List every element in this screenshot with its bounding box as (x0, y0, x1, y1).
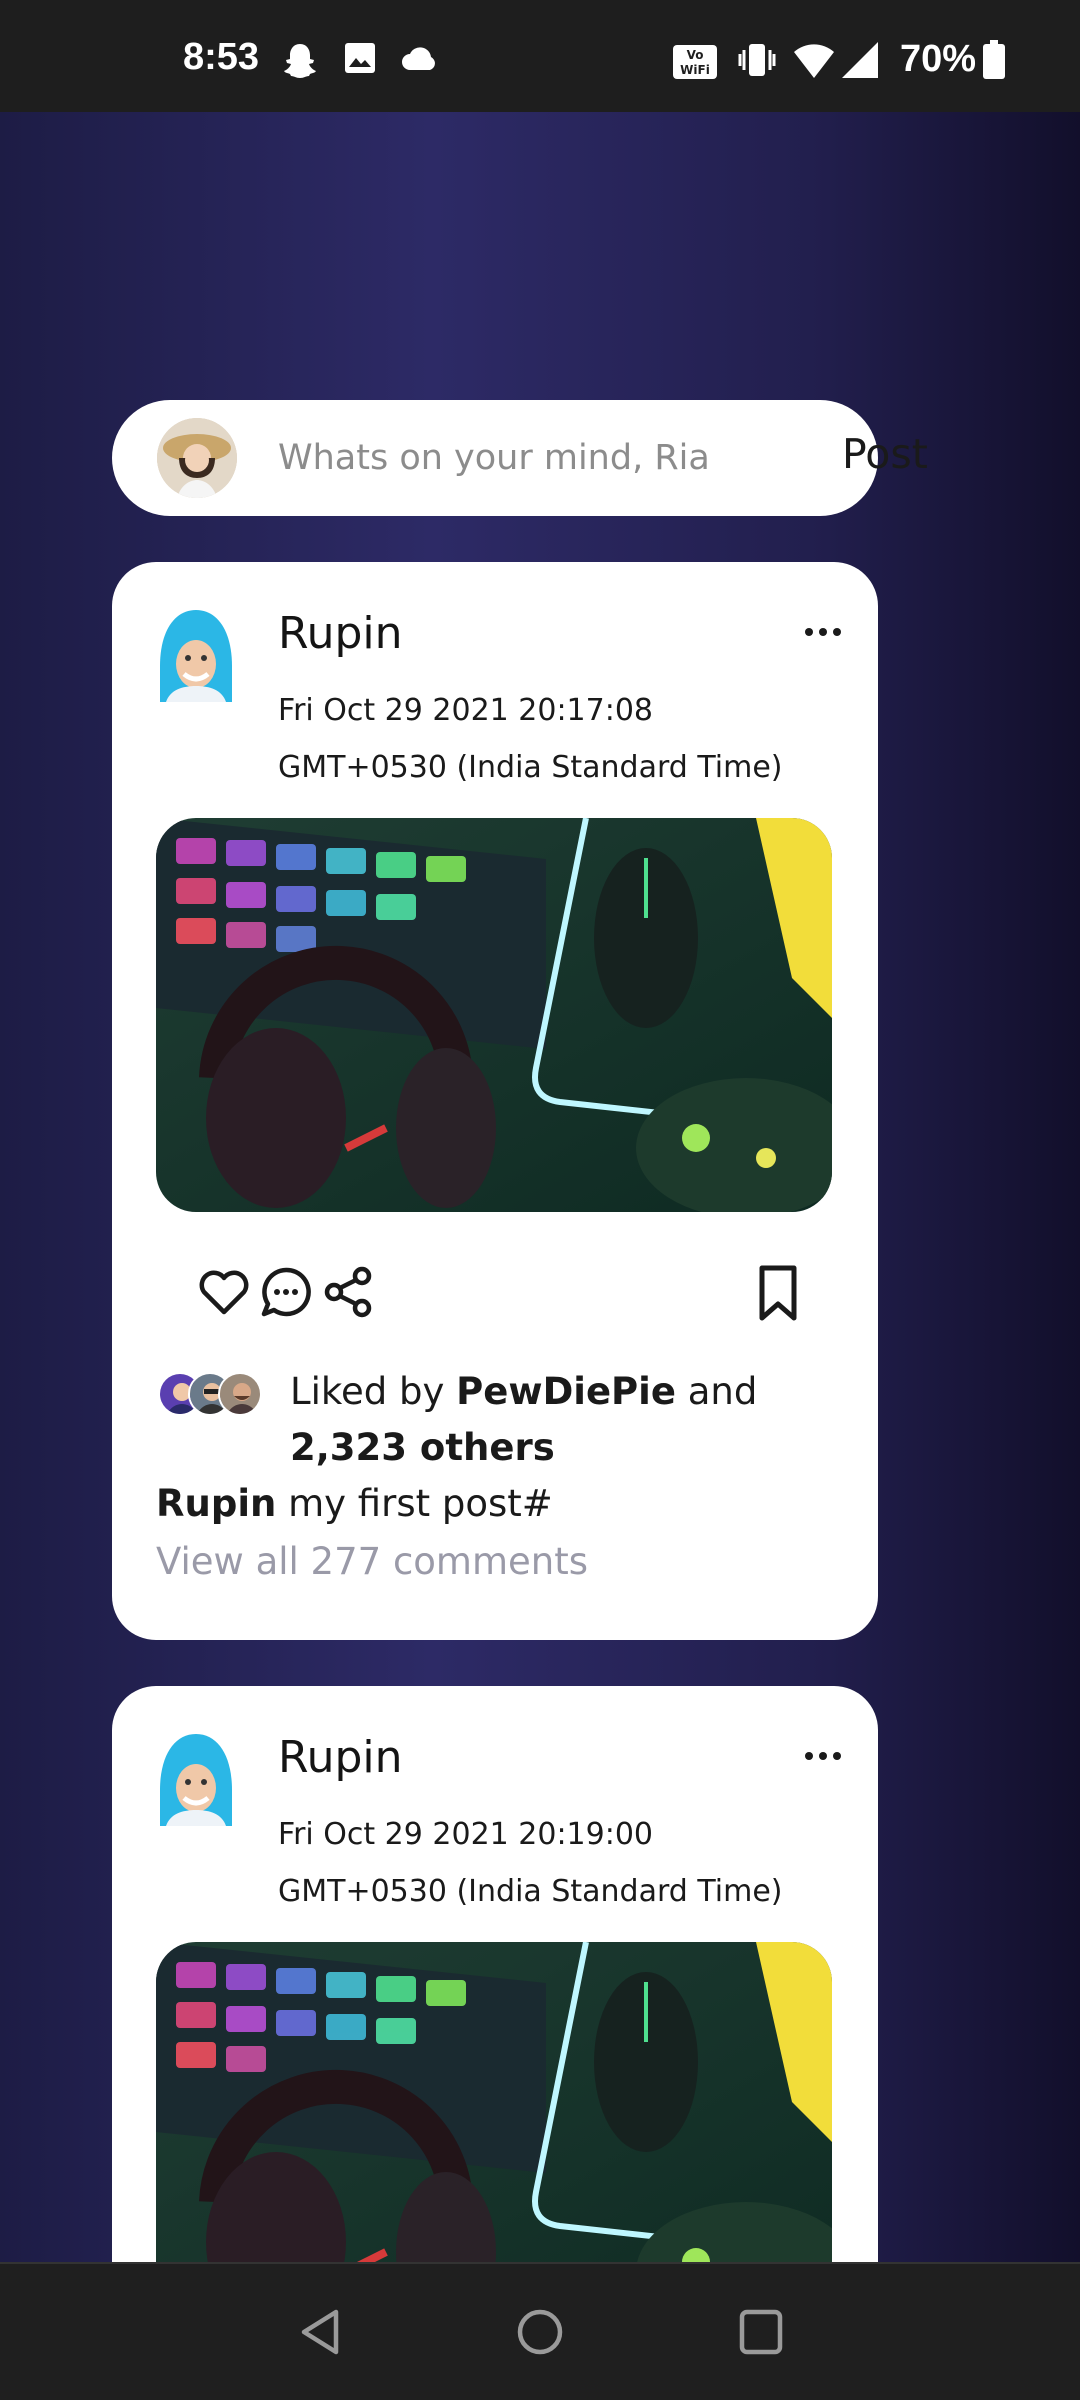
battery-icon (983, 40, 1005, 79)
home-icon[interactable] (514, 2306, 566, 2358)
cloud-icon (402, 47, 435, 70)
vibrate-icon (738, 44, 776, 76)
author-avatar[interactable] (156, 1730, 236, 1826)
comment-icon[interactable] (258, 1264, 314, 1320)
status-time: 8:53 (183, 36, 260, 78)
signal-icon (842, 42, 878, 78)
view-comments-link[interactable]: View all 277 comments (156, 1540, 588, 1583)
bookmark-icon[interactable] (754, 1264, 802, 1324)
author-name[interactable]: Rupin (278, 1732, 403, 1783)
post-timestamp: Fri Oct 29 2021 20:17:08 GMT+0530 (India… (278, 693, 783, 785)
svg-text:Vo: Vo (687, 48, 704, 62)
share-icon[interactable] (320, 1264, 376, 1320)
more-options-icon[interactable] (798, 1746, 848, 1766)
post-button[interactable]: Post (842, 430, 928, 478)
post-actions (186, 1264, 797, 1334)
liker-avatar (218, 1372, 262, 1416)
vowifi-icon: Vo WiFi (673, 45, 717, 79)
snapchat-icon (284, 44, 316, 78)
liked-user-link[interactable]: PewDiePie (456, 1370, 676, 1413)
status-input[interactable] (278, 428, 818, 488)
post-composer: Post (112, 400, 928, 516)
post-card: Rupin Fri Oct 29 2021 20:17:08 GMT+0530 … (112, 562, 878, 1640)
recents-icon[interactable] (736, 2306, 786, 2358)
author-name[interactable]: Rupin (278, 608, 403, 659)
liked-by-text: Liked by PewDiePie and 2,323 others (290, 1364, 830, 1476)
liked-and: and (687, 1370, 758, 1413)
post-caption: Rupin my first post# (156, 1482, 553, 1525)
post-image[interactable] (156, 818, 832, 1212)
gallery-icon (345, 43, 375, 73)
more-options-icon[interactable] (798, 622, 848, 642)
system-nav-bar (0, 2262, 1080, 2400)
post-timestamp: Fri Oct 29 2021 20:19:00 GMT+0530 (India… (278, 1817, 783, 1909)
user-avatar[interactable] (157, 418, 237, 498)
svg-text:WiFi: WiFi (680, 63, 710, 77)
battery-percent: 70% (900, 38, 977, 80)
caption-author[interactable]: Rupin (156, 1482, 276, 1525)
status-bar: 8:53 Vo WiFi 70% (0, 0, 1080, 112)
app-screen: 8:53 Vo WiFi 70% Whats on your mind, Ria… (0, 0, 1080, 2400)
back-icon[interactable] (296, 2306, 344, 2358)
liked-count-link[interactable]: 2,323 others (290, 1426, 555, 1469)
liked-prefix: Liked by (290, 1370, 445, 1413)
wifi-icon (794, 44, 834, 78)
likers-avatars[interactable] (158, 1372, 268, 1422)
author-avatar[interactable] (156, 606, 236, 702)
heart-icon[interactable] (196, 1264, 252, 1320)
caption-text: my first post# (288, 1482, 553, 1525)
